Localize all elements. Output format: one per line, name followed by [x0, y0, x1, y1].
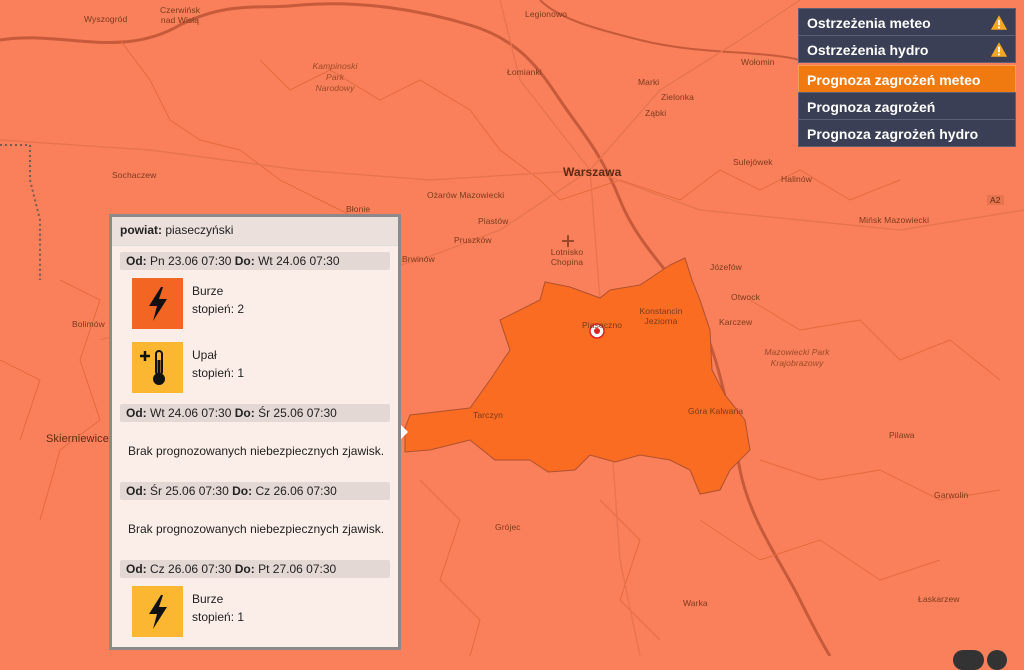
hazard-level: stopień: 1	[192, 366, 245, 380]
to-label: Do:	[234, 254, 255, 268]
period-to: Pt 27.06 07:30	[258, 562, 337, 576]
period-range: Od: Wt 24.06 07:30 Do: Śr 25.06 07:30	[120, 404, 390, 422]
hazard-level: stopień: 1	[192, 610, 245, 624]
hazard-item: Burze stopień: 1	[130, 584, 398, 642]
popup-header: powiat: piaseczyński	[112, 217, 398, 246]
map-label-ozarow: Ożarów Mazowiecki	[427, 190, 505, 200]
map-label-minsk: Mińsk Mazowiecki	[859, 215, 930, 225]
period-from: Wt 24.06 07:30	[150, 406, 232, 420]
menu-item-prognoza-drogowych[interactable]: Prognoza zagrożeń drogowych	[798, 92, 1016, 143]
map-label-wolomin: Wołomin	[741, 57, 775, 67]
map-label-sulejowek: Sulejówek	[733, 157, 773, 167]
period-range: Od: Śr 25.06 07:30 Do: Cz 26.06 07:30	[120, 482, 390, 500]
map-label-zielonka: Zielonka	[661, 92, 694, 102]
period-to: Śr 25.06 07:30	[258, 406, 337, 420]
layer-menu: Ostrzeżenia meteo Ostrzeżenia hydro Prog…	[798, 8, 1016, 147]
map-label-wyszogrod: Wyszogród	[84, 14, 128, 24]
period-to: Cz 26.06 07:30	[255, 484, 337, 498]
map-label-kampinoski: Kampinoski Park Narodowy	[312, 61, 358, 93]
map-label-lomianki: Łomianki	[507, 67, 542, 77]
from-label: Od:	[126, 484, 147, 498]
hazard-item: Upał stopień: 1	[130, 340, 398, 398]
hazard-level: stopień: 2	[192, 302, 245, 316]
map-label-skierniewice: Skierniewice	[46, 433, 109, 445]
map-label-otwock: Otwock	[731, 292, 760, 302]
map-label-piastow: Piastów	[478, 216, 509, 226]
to-label: Do:	[234, 562, 255, 576]
period-range: Od: Cz 26.06 07:30 Do: Pt 27.06 07:30	[120, 560, 390, 578]
map-label-piaseczno: Piaseczno	[582, 320, 623, 330]
map-label-zabki: Ząbki	[645, 108, 667, 118]
menu-item-prognoza-hydro[interactable]: Prognoza zagrożeń hydro	[798, 119, 1016, 147]
period-from: Pn 23.06 07:30	[150, 254, 232, 268]
hazard-name: Burze	[192, 592, 224, 606]
map-label-pilawa: Pilawa	[889, 430, 915, 440]
map-label-warszawa: Warszawa	[563, 165, 622, 179]
hazard-name: Upał	[192, 348, 217, 362]
menu-item-ostrzezenia-hydro[interactable]: Ostrzeżenia hydro	[798, 35, 1016, 63]
lightning-icon	[132, 278, 183, 329]
popup-header-key: powiat:	[120, 223, 162, 237]
map-label-mazowiecki-park: Mazowiecki Park Krajobrazowy	[764, 347, 830, 368]
to-label: Do:	[234, 406, 255, 420]
map-control-button[interactable]	[987, 650, 1007, 670]
no-hazards-text: Brak prognozowanych niebezpiecznych zjaw…	[128, 522, 385, 536]
from-label: Od:	[126, 406, 147, 420]
thermometer-heat-icon	[132, 342, 183, 393]
lightning-icon	[132, 586, 183, 637]
to-label: Do:	[232, 484, 253, 498]
map-label-jozefow: Józefów	[710, 262, 742, 272]
period-from: Śr 25.06 07:30	[150, 484, 229, 498]
hazard-item: Burze stopień: 2	[130, 276, 398, 334]
county-forecast-popup: powiat: piaseczyński Od: Pn 23.06 07:30 …	[109, 214, 401, 650]
hazard-name: Burze	[192, 284, 224, 298]
road-shield-a2: A2	[987, 195, 1004, 205]
period-from: Cz 26.06 07:30	[150, 562, 232, 576]
map-label-gora-kalwaria: Góra Kalwaria	[688, 406, 744, 416]
from-label: Od:	[126, 254, 147, 268]
no-hazards-text: Brak prognozowanych niebezpiecznych zjaw…	[128, 444, 385, 458]
menu-item-ostrzezenia-meteo[interactable]: Ostrzeżenia meteo	[798, 8, 1016, 36]
map-control-button[interactable]	[953, 650, 984, 670]
map-label-legionowo: Legionowo	[525, 9, 568, 19]
warning-icon	[990, 42, 1008, 57]
menu-item-label: Ostrzeżenia meteo	[807, 15, 931, 31]
map-label-garwolin: Garwolin	[934, 490, 969, 500]
menu-item-label: Ostrzeżenia hydro	[807, 42, 929, 58]
map-label-lotnisko: Lotnisko Chopina	[550, 247, 584, 267]
map-label-karczew: Karczew	[719, 317, 753, 327]
menu-item-label: Prognoza zagrożeń hydro	[807, 126, 979, 142]
map-label-bolimow: Bolimów	[72, 319, 105, 329]
map-label-brwinow: Brwinów	[402, 254, 435, 264]
map-label-warka: Warka	[683, 598, 708, 608]
period-to: Wt 24.06 07:30	[258, 254, 340, 268]
map-label-marki: Marki	[638, 77, 660, 87]
map-label-laskarzew: Łaskarzew	[918, 594, 960, 604]
from-label: Od:	[126, 562, 147, 576]
map-label-tarczyn: Tarczyn	[473, 410, 503, 420]
map-label-blonie: Błonie	[346, 204, 371, 214]
map-label-konstancin: Konstancin Jeziorna	[639, 306, 683, 326]
menu-item-label: Prognoza zagrożeń meteo	[807, 72, 981, 88]
map-label-pruszkow: Pruszków	[454, 235, 492, 245]
map-label-sochaczew: Sochaczew	[112, 170, 157, 180]
popup-header-value: piaseczyński	[165, 223, 234, 237]
menu-item-prognoza-meteo[interactable]: Prognoza zagrożeń meteo	[798, 65, 1016, 93]
period-range: Od: Pn 23.06 07:30 Do: Wt 24.06 07:30	[120, 252, 390, 270]
map-label-halinow: Halinów	[781, 174, 812, 184]
map-label-czerwinsk: Czerwińsk nad Wisłą	[159, 5, 201, 25]
warning-icon	[990, 15, 1008, 30]
map-label-grojec: Grójec	[495, 522, 521, 532]
popup-pointer	[401, 425, 408, 439]
